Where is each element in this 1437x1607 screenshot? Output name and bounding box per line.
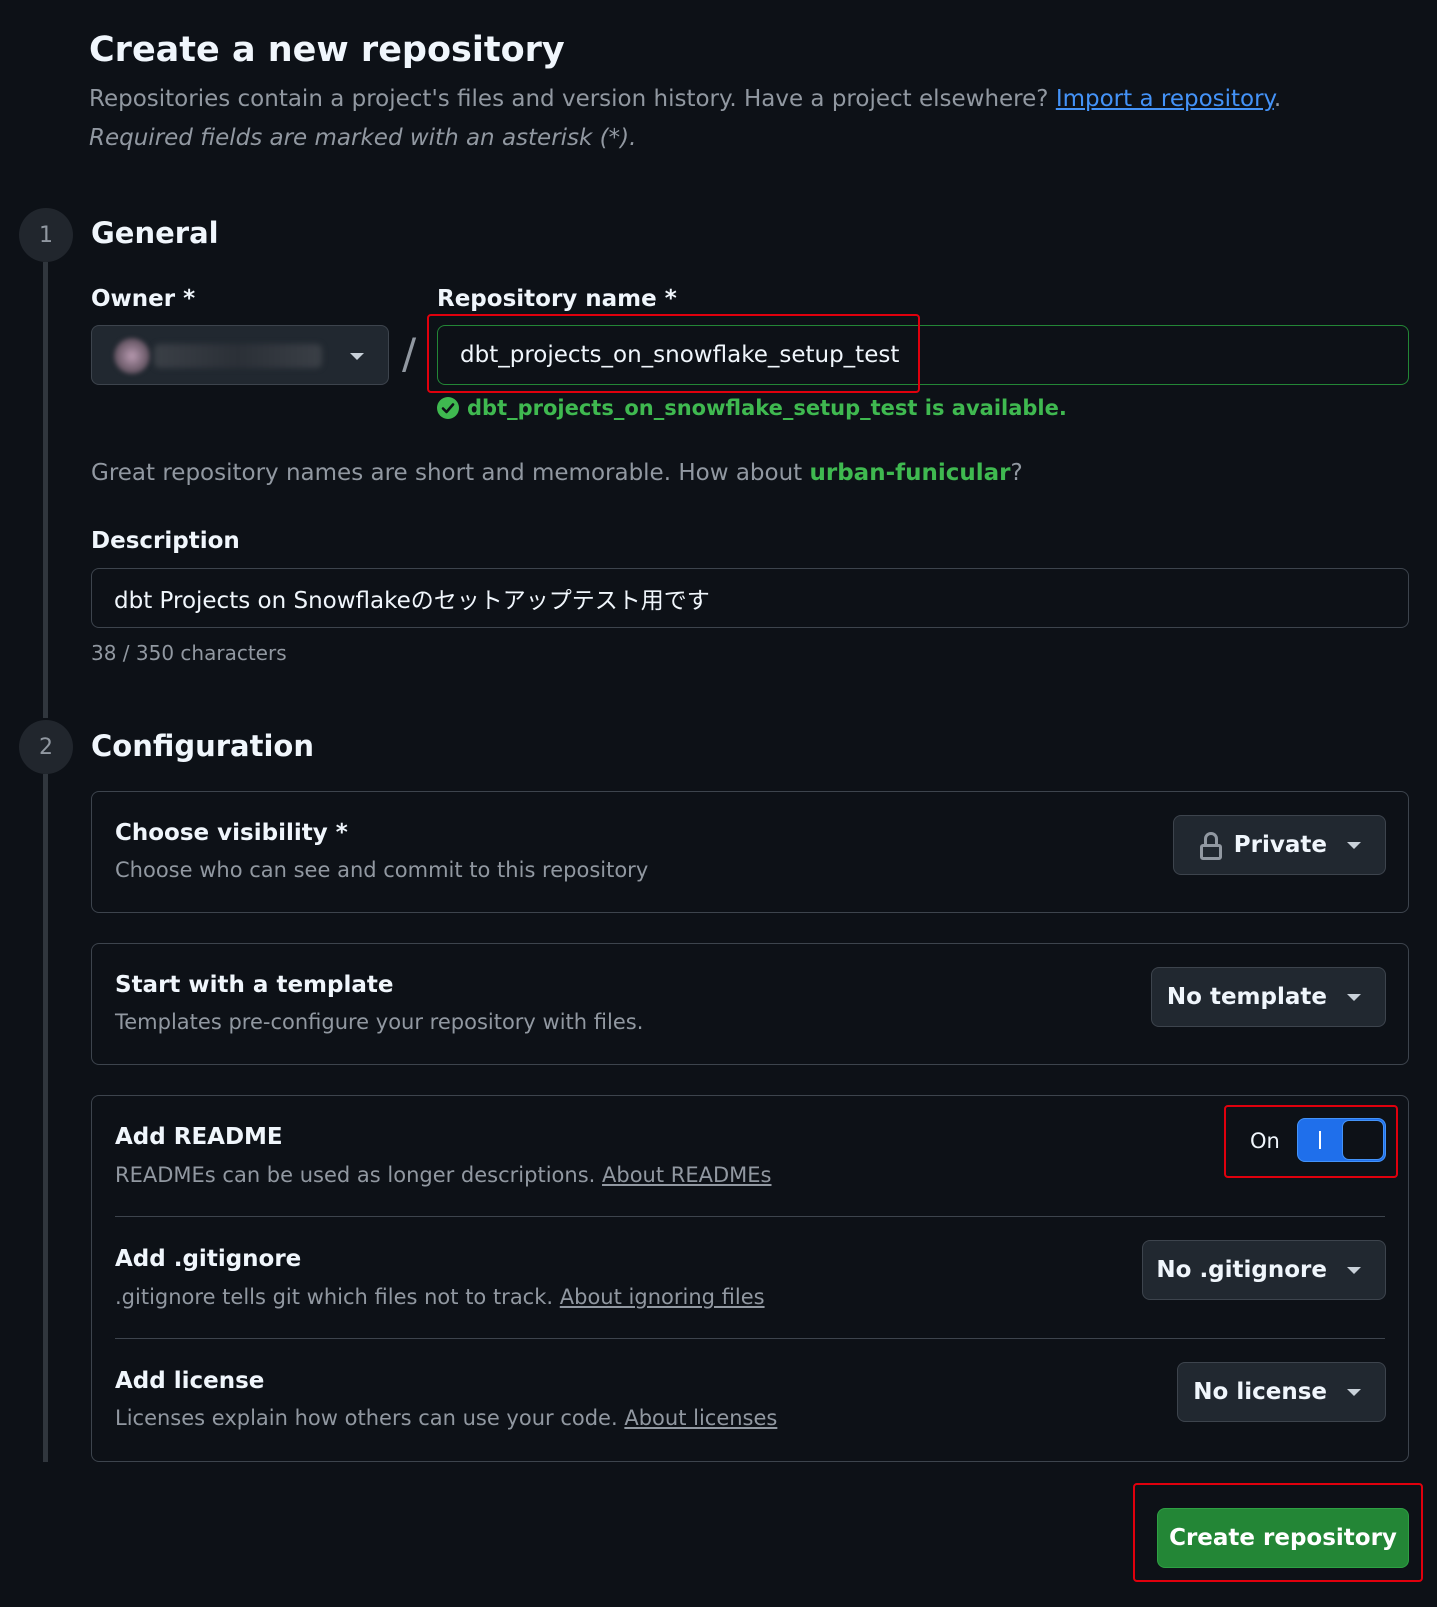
subtitle-text: Repositories contain a project's files a…	[89, 86, 1049, 112]
suggestion-prefix: Great repository names are short and mem…	[91, 460, 810, 486]
template-selected: No template	[1166, 984, 1327, 1010]
chevron-down-icon	[1347, 842, 1361, 849]
license-selected: No license	[1193, 1379, 1327, 1405]
visibility-selected: Private	[1233, 832, 1327, 858]
chevron-down-icon	[1347, 1389, 1361, 1396]
license-description: Licenses explain how others can use your…	[115, 1406, 777, 1430]
step-number-configuration: 2	[19, 720, 73, 774]
section-title-general: General	[91, 216, 219, 250]
availability-text: dbt_projects_on_snowflake_setup_test is …	[467, 396, 1067, 420]
avatar	[114, 338, 150, 374]
gitignore-description: .gitignore tells git which files not to …	[115, 1285, 765, 1309]
gitignore-desc-text: .gitignore tells git which files not to …	[115, 1285, 554, 1309]
license-desc-text: Licenses explain how others can use your…	[115, 1406, 618, 1430]
availability-message: dbt_projects_on_snowflake_setup_test is …	[437, 396, 1067, 420]
page-title: Create a new repository	[89, 30, 565, 70]
create-repository-page: Create a new repository Repositories con…	[0, 0, 1437, 1607]
repository-name-highlight	[427, 314, 920, 393]
lock-icon	[1200, 832, 1222, 860]
step-connector-line	[43, 262, 48, 718]
description-label: Description	[91, 528, 240, 554]
suggested-name-link[interactable]: urban-funicular	[810, 460, 1011, 486]
required-fields-note: Required fields are marked with an aster…	[89, 125, 637, 151]
readme-toggle-highlight	[1224, 1105, 1398, 1178]
template-title: Start with a template	[115, 972, 394, 998]
about-readmes-link[interactable]: About READMEs	[602, 1163, 772, 1187]
visibility-title: Choose visibility *	[115, 820, 348, 846]
template-card: Start with a template Templates pre-conf…	[91, 943, 1409, 1065]
owner-label: Owner *	[91, 286, 196, 312]
check-circle-icon	[437, 397, 459, 419]
owner-name-redacted	[154, 344, 322, 368]
readme-title: Add README	[115, 1124, 283, 1150]
license-dropdown[interactable]: No license	[1177, 1362, 1386, 1422]
description-char-count: 38 / 350 characters	[91, 641, 287, 665]
description-input[interactable]: dbt Projects on Snowflakeのセットアップテスト用です	[91, 568, 1409, 628]
gitignore-title: Add .gitignore	[115, 1246, 302, 1272]
template-dropdown[interactable]: No template	[1151, 967, 1386, 1027]
chevron-down-icon	[1347, 994, 1361, 1001]
suggestion-suffix: ?	[1010, 460, 1023, 486]
step-number-general: 1	[19, 208, 73, 262]
license-title: Add license	[115, 1368, 265, 1394]
divider	[115, 1216, 1385, 1217]
create-button-highlight	[1133, 1483, 1423, 1582]
page-subtitle: Repositories contain a project's files a…	[89, 86, 1281, 112]
visibility-dropdown[interactable]: Private	[1173, 815, 1386, 875]
step-connector-line	[43, 774, 48, 1462]
owner-select[interactable]	[91, 325, 389, 385]
owner-repo-separator: /	[402, 329, 417, 378]
about-ignoring-files-link[interactable]: About ignoring files	[560, 1285, 765, 1309]
about-licenses-link[interactable]: About licenses	[624, 1406, 777, 1430]
readme-description: READMEs can be used as longer descriptio…	[115, 1163, 772, 1187]
visibility-card: Choose visibility * Choose who can see a…	[91, 791, 1409, 913]
section-title-configuration: Configuration	[91, 729, 314, 763]
chevron-down-icon	[1347, 1267, 1361, 1274]
divider	[115, 1338, 1385, 1339]
initialize-options-card: Add README READMEs can be used as longer…	[91, 1095, 1409, 1462]
repository-name-label: Repository name *	[437, 286, 677, 312]
subtitle-end: .	[1273, 86, 1282, 112]
gitignore-selected: No .gitignore	[1156, 1257, 1327, 1283]
name-suggestion: Great repository names are short and mem…	[91, 460, 1023, 486]
import-repository-link[interactable]: Import a repository	[1056, 86, 1274, 112]
visibility-description: Choose who can see and commit to this re…	[115, 858, 649, 882]
readme-desc-text: READMEs can be used as longer descriptio…	[115, 1163, 596, 1187]
gitignore-dropdown[interactable]: No .gitignore	[1142, 1240, 1386, 1300]
chevron-down-icon	[350, 353, 364, 360]
template-description: Templates pre-configure your repository …	[115, 1010, 644, 1034]
